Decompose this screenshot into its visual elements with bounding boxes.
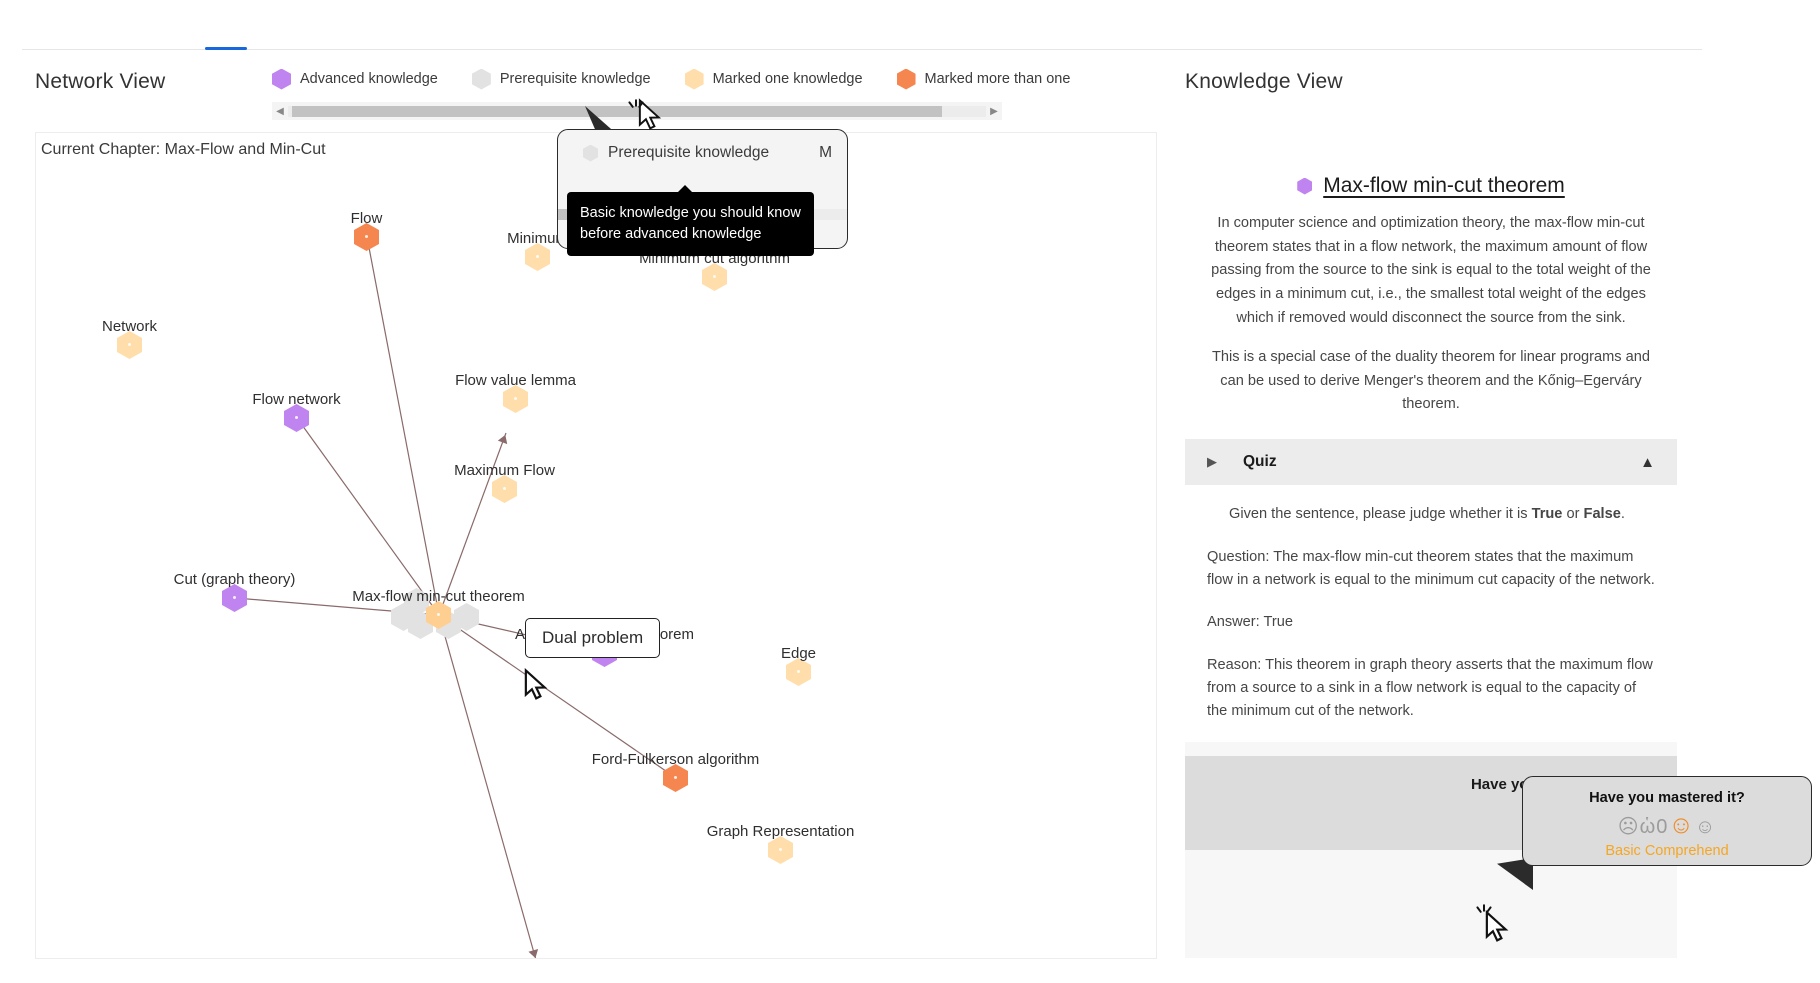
node-center-dot [437, 613, 440, 616]
node-center-dot [233, 596, 236, 599]
graph-node[interactable]: Max-flow min-cut theorem [352, 588, 525, 629]
legend-popup-item-label: Prerequisite knowledge [608, 144, 770, 161]
graph-edge-arrow-icon [528, 949, 539, 958]
graph-node[interactable]: Maximum Flow [454, 462, 555, 503]
node-center-dot [713, 275, 716, 278]
legend-item-0[interactable]: Advanced knowledge [272, 68, 438, 90]
mastery-popup-face-3[interactable]: ☺ [1695, 816, 1716, 838]
legend-tooltip: Basic knowledge you should know before a… [567, 185, 814, 257]
mastery-popup-question: Have you mastered it? [1589, 790, 1745, 806]
quiz-intro: Given the sentence, please judge whether… [1207, 503, 1655, 526]
graph-node[interactable]: Network [102, 318, 157, 359]
legend-hex-icon-2 [684, 68, 704, 90]
node-center-dot [295, 416, 298, 419]
node-center-dot [514, 397, 517, 400]
legend-item-1[interactable]: Prerequisite knowledge [471, 68, 651, 90]
quiz-intro-false: False [1583, 506, 1621, 523]
graph-node[interactable]: Flow network [252, 391, 341, 432]
scrollbar-track[interactable] [288, 105, 986, 117]
page-title-network-view: Network View [35, 70, 166, 93]
node-label: Cut (graph theory) [173, 571, 296, 588]
chevron-up-icon[interactable]: ▲ [1640, 454, 1655, 471]
node-label: Flow network [252, 391, 341, 408]
node-label: Max-flow min-cut theorem [352, 588, 525, 605]
graph-node[interactable]: Cut (graph theory) [174, 571, 295, 612]
network-graph-canvas[interactable]: Current Chapter: Max-Flow and Min-Cut Fl… [35, 132, 1157, 959]
legend-item-label: Marked one knowledge [712, 71, 863, 87]
legend-item-2[interactable]: Marked one knowledge [684, 68, 863, 90]
legend-hex-icon-3 [896, 68, 916, 90]
node-label: Network [101, 318, 158, 335]
graph-node[interactable]: Flow [351, 210, 382, 251]
quiz-play-icon[interactable]: ▶ [1207, 454, 1217, 470]
graph-node-prerequisite[interactable] [391, 603, 416, 631]
legend-tooltip-text: Basic knowledge you should know before a… [580, 205, 801, 243]
quiz-reason: Reason: This theorem in graph theory ass… [1207, 657, 1653, 719]
quiz-question: Question: The max-flow min-cut theorem s… [1207, 548, 1655, 588]
legend-item-3[interactable]: Marked more than one [896, 68, 1071, 90]
scrollbar-thumb[interactable] [292, 105, 942, 117]
knowledge-card: Max-flow min-cut theorem In computer sci… [1185, 148, 1677, 440]
node-label: Maximum Flow [454, 462, 555, 479]
graph-edge [296, 417, 440, 616]
graph-node[interactable]: Minimum cut algorithm [639, 250, 790, 291]
knowledge-paragraph-2: This is a special case of the duality th… [1211, 349, 1651, 413]
graph-node[interactable]: Edge [781, 645, 816, 686]
quiz-label: Quiz [1243, 453, 1277, 471]
quiz-intro-suffix: . [1620, 506, 1625, 523]
prerequisite-knowledge-hex-icon [583, 144, 598, 162]
scroll-right-arrow-icon[interactable]: ▶ [986, 106, 1002, 117]
node-center-dot [503, 487, 506, 490]
mastery-popup-face-2[interactable]: ☺ [1668, 811, 1695, 839]
node-label: Edge [780, 645, 817, 662]
page-title-knowledge-view: Knowledge View [1185, 70, 1343, 93]
graph-node[interactable]: Flow value lemma [455, 372, 576, 413]
node-label: Flow value lemma [455, 372, 576, 389]
node-label: Flow [350, 210, 383, 227]
mastery-popup-face-1[interactable]: ὡ0 [1640, 816, 1669, 838]
quiz-answer: Answer: True [1207, 614, 1293, 631]
mastery-popup-face-0[interactable]: ☹ [1618, 816, 1640, 838]
scroll-left-arrow-icon[interactable]: ◀ [272, 106, 288, 117]
mastery-popup-faces[interactable]: ☹ὡ0☺☺ [1523, 811, 1811, 840]
quiz-intro-mid: or [1562, 506, 1584, 523]
legend-hex-icon-1 [471, 68, 491, 90]
quiz-body: Given the sentence, please judge whether… [1185, 485, 1677, 743]
node-label: Graph Representation [706, 823, 855, 840]
node-hex-icon[interactable] [391, 603, 416, 631]
tab-active-indicator[interactable] [205, 47, 247, 50]
graph-edges [235, 236, 677, 958]
graph-node[interactable]: Ford-Fulkerson algorithm [592, 751, 759, 792]
tab-strip [22, 36, 1702, 50]
legend: Advanced knowledge Prerequisite knowledge… [272, 66, 1152, 92]
node-center-dot [128, 343, 131, 346]
quiz-intro-prefix: Given the sentence, please judge whether… [1229, 506, 1532, 523]
graph-node[interactable]: Graph Representation [707, 823, 854, 864]
mastery-level-label: Basic Comprehend [1605, 843, 1729, 859]
node-center-dot [365, 235, 368, 238]
node-center-dot [797, 670, 800, 673]
legend-item-label: Prerequisite knowledge [499, 71, 651, 87]
advanced-knowledge-hex-icon [1297, 177, 1313, 195]
graph-edge [438, 614, 537, 958]
legend-hex-icon-0 [272, 68, 291, 90]
node-label: Ford-Fulkerson algorithm [591, 751, 760, 768]
legend-item-label: Advanced knowledge [300, 71, 438, 87]
legend-popup-next-item-partial: M [819, 144, 833, 161]
hovered-node-label-box[interactable]: Dual problem [525, 618, 661, 658]
quiz-intro-true: True [1531, 506, 1563, 523]
legend-item-label: Marked more than one [924, 71, 1071, 87]
node-center-dot [779, 848, 782, 851]
legend-scrollbar[interactable]: ◀ ▶ [272, 102, 1002, 120]
graph-edge [366, 236, 440, 616]
graph-node[interactable]: Minimum [507, 230, 568, 271]
mastery-hover-popup[interactable]: Have you mastered it? ☹ὡ0☺☺ Basic Compre… [1522, 776, 1812, 866]
node-center-dot [536, 255, 539, 258]
knowledge-paragraph-1: In computer science and optimization the… [1211, 215, 1651, 326]
tooltip-arrow-icon [677, 185, 693, 193]
knowledge-title[interactable]: Max-flow min-cut theorem [1323, 174, 1565, 198]
quiz-section-header[interactable]: ▶ Quiz ▲ [1185, 439, 1677, 486]
node-center-dot [674, 776, 677, 779]
